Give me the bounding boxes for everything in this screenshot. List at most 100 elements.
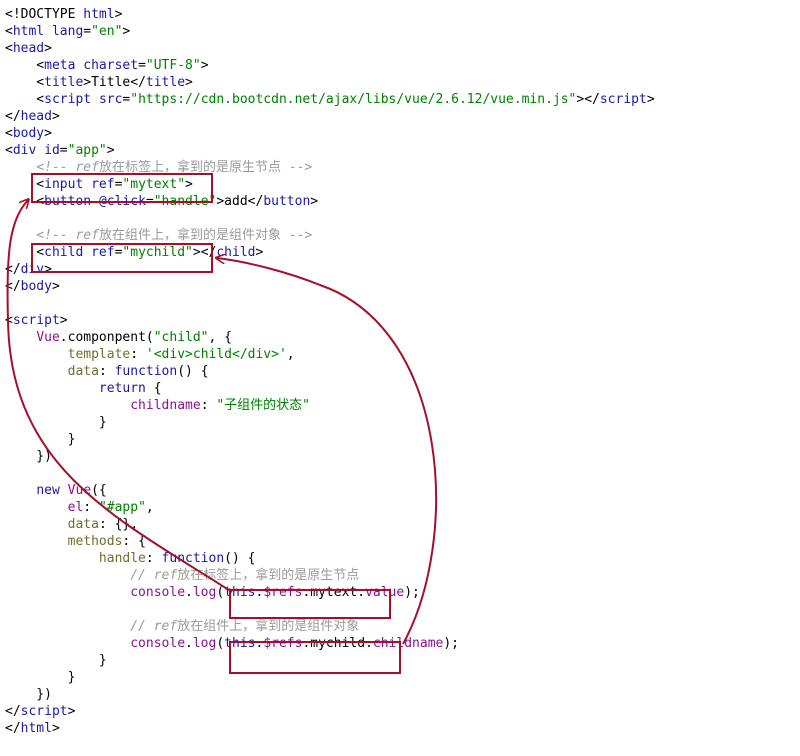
code-token: <!DOCTYPE (5, 7, 84, 22)
code-token: ( (216, 636, 225, 651)
code-token: { (145, 381, 162, 396)
code-token: 放在标签上，拿到的是原生节点 (177, 568, 360, 583)
code-token: </ (5, 704, 21, 719)
code-line: methods: { (5, 533, 655, 550)
code-token: // ref (130, 619, 178, 634)
code-token: "#app" (98, 500, 146, 515)
code-token: > (185, 177, 193, 192)
code-token: , (145, 500, 154, 515)
code-token: : (98, 364, 115, 379)
code-token: @click (98, 194, 146, 209)
code-token: < (5, 313, 13, 328)
code-line: <!-- ref放在组件上，拿到的是组件对象 --> (5, 227, 655, 244)
code-token: id (44, 143, 60, 158)
code-line: data: {}, (5, 516, 655, 533)
code-line: </body> (5, 278, 655, 295)
code-token: body (20, 279, 52, 294)
code-token: el (67, 500, 84, 515)
code-token: template (67, 347, 131, 362)
code-token: new (36, 483, 60, 498)
code-token: </ (5, 109, 21, 124)
code-token: this (224, 585, 256, 600)
code-token: function (114, 364, 178, 379)
code-token: html (83, 7, 115, 22)
code-token: log (192, 585, 217, 600)
code-token: charset (83, 58, 139, 73)
code-token: log (192, 636, 217, 651)
code-token: head (12, 41, 45, 56)
code-token: child (216, 245, 256, 260)
code-token: "mychild" (122, 245, 193, 260)
code-token: > (51, 721, 60, 736)
code-token: ref (91, 177, 115, 192)
code-line: console.log(this.$refs.mychild.childname… (5, 635, 655, 652)
code-token: lang (51, 24, 84, 39)
code-line: console.log(this.$refs.mytext.value); (5, 584, 655, 601)
code-listing: <!DOCTYPE html> <html lang="en"> <head> <m… (5, 6, 655, 737)
code-token: "https://cdn.bootcdn.net/ajax/libs/vue/2… (130, 92, 577, 107)
code-line: data: function() { (5, 363, 655, 380)
code-token: ({ (91, 483, 107, 498)
code-token: : (145, 551, 162, 566)
code-token: childname (130, 398, 201, 413)
code-line: </div> (5, 261, 655, 278)
code-token: "app" (67, 143, 107, 158)
code-token: 放在标签上，拿到的是原生节点 --> (98, 160, 313, 175)
code-token: script (44, 92, 92, 107)
code-token: console (130, 585, 186, 600)
code-token: 放在组件上，拿到的是组件对象 (177, 619, 360, 634)
code-line: } (5, 669, 655, 686)
code-token: () { (224, 551, 256, 566)
code-line: childname: "子组件的状态" (5, 397, 655, 414)
code-token: < (5, 245, 45, 260)
code-token: $refs (263, 585, 303, 600)
code-token: . (185, 585, 193, 600)
code-token: ></ (576, 92, 600, 107)
code-token: function (161, 551, 225, 566)
code-token: () { (177, 364, 209, 379)
code-token: < (5, 24, 13, 39)
code-line: <script src="https://cdn.bootcdn.net/aja… (5, 91, 654, 108)
code-token: > (255, 245, 264, 260)
code-token: script (599, 92, 647, 107)
code-token: : (83, 500, 99, 515)
code-line: // ref放在组件上，拿到的是组件对象 (5, 618, 655, 635)
code-token: > (106, 143, 115, 158)
code-token: value (365, 585, 405, 600)
code-line: <button @click="handle">add</button> (5, 193, 655, 210)
code-token: : { (122, 534, 146, 549)
code-token: head (20, 109, 52, 124)
code-token: }) (5, 449, 52, 464)
code-token: html (20, 721, 52, 736)
code-token: </ (5, 262, 21, 277)
code-token: = (145, 194, 154, 209)
code-line: <script> (5, 312, 655, 329)
code-token: < (5, 58, 45, 73)
code-token: > (59, 313, 68, 328)
code-line: } (5, 431, 655, 448)
code-token: = (59, 143, 68, 158)
code-token: <!-- ref (36, 160, 99, 175)
code-line: handle: function() { (5, 550, 655, 567)
code-token: this (224, 636, 256, 651)
code-token: div (12, 143, 37, 158)
code-token: '<div>child</div>' (145, 347, 287, 362)
code-line: <meta charset="UTF-8"> (5, 57, 655, 74)
code-token: methods (67, 534, 123, 549)
code-line: <div id="app"> (5, 142, 655, 159)
code-line: template: '<div>child</div>', (5, 346, 655, 363)
